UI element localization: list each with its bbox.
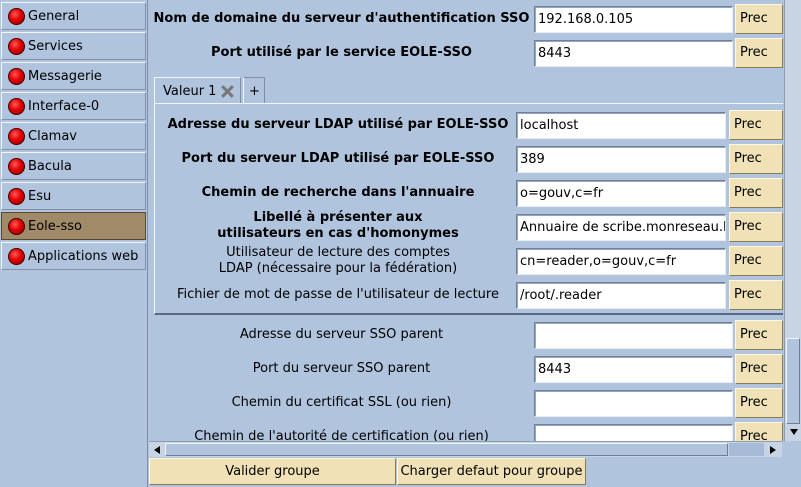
- red-circle-icon: [8, 67, 25, 85]
- red-circle-icon: [8, 127, 25, 145]
- validate-group-button[interactable]: Valider groupe: [149, 458, 396, 485]
- field-label-line: LDAP (nécessaire pour la fédération): [218, 261, 458, 276]
- ldap-port-field[interactable]: 389: [516, 146, 726, 173]
- prec-button[interactable]: Prec: [735, 320, 783, 350]
- field-label: Fichier de mot de passe de l'utilisateur…: [177, 287, 499, 302]
- sidebar-item-interface-0[interactable]: Interface-0: [1, 92, 146, 120]
- field-label-line: utilisateurs en cas d'homonymes: [217, 226, 459, 241]
- sidebar-item-eole-sso[interactable]: Eole-sso: [1, 212, 146, 240]
- field-label: Port utilisé par le service EOLE-SSO: [211, 45, 472, 60]
- field-label: Libellé à présenter aux utilisateurs en …: [159, 209, 517, 243]
- sidebar: General Services Messagerie Interface-0 …: [0, 0, 148, 487]
- field-label-line: Utilisateur de lecture des comptes: [226, 245, 450, 260]
- sidebar-item-label: Applications web: [28, 248, 139, 264]
- load-default-button[interactable]: Charger defaut pour groupe: [397, 458, 586, 485]
- field-label: Chemin de recherche dans l'annuaire: [201, 185, 475, 200]
- prec-button[interactable]: Prec: [735, 388, 783, 418]
- scrollbar-thumb[interactable]: [786, 338, 800, 424]
- add-tab-button[interactable]: +: [243, 77, 265, 104]
- field-label: Adresse du serveur SSO parent: [239, 327, 444, 342]
- field-label: Chemin de l'autorité de certification (o…: [194, 429, 489, 441]
- prec-button[interactable]: Prec: [729, 280, 783, 310]
- prec-button[interactable]: Prec: [729, 110, 783, 140]
- prec-button[interactable]: Prec: [729, 246, 783, 276]
- field-label-line: Libellé à présenter aux: [253, 210, 423, 225]
- scroll-right-button[interactable]: [765, 442, 780, 457]
- red-circle-icon: [8, 37, 25, 55]
- config-panel: Nom de domaine du serveur d'authentifica…: [149, 0, 783, 441]
- red-circle-icon: [8, 187, 25, 205]
- prec-button[interactable]: Prec: [729, 212, 783, 242]
- prec-button[interactable]: Prec: [735, 422, 783, 441]
- arrow-left-icon: [153, 445, 160, 454]
- homonym-label-field[interactable]: Annuaire de scribe.monreseau.la: [516, 214, 726, 241]
- sidebar-item-label: Interface-0: [28, 98, 100, 114]
- sidebar-item-applications-web[interactable]: Applications web: [1, 242, 146, 270]
- ca-path-field[interactable]: [534, 424, 733, 441]
- sidebar-item-label: Bacula: [28, 158, 72, 174]
- prec-button[interactable]: Prec: [735, 354, 783, 384]
- prec-button[interactable]: Prec: [729, 144, 783, 174]
- arrow-right-icon: [769, 445, 776, 454]
- red-circle-icon: [8, 217, 25, 235]
- close-x-icon[interactable]: [220, 84, 235, 99]
- ldap-address-field[interactable]: localhost: [516, 112, 726, 139]
- sso-port-field[interactable]: 8443: [534, 40, 733, 67]
- parent-sso-port-field[interactable]: 8443: [534, 356, 733, 383]
- prec-button[interactable]: Prec: [735, 4, 783, 34]
- action-bar: Valider groupe Charger defaut pour group…: [149, 457, 801, 487]
- sidebar-item-clamav[interactable]: Clamav: [1, 122, 146, 150]
- red-circle-icon: [8, 7, 25, 25]
- prec-button[interactable]: Prec: [735, 38, 783, 68]
- sidebar-item-bacula[interactable]: Bacula: [1, 152, 146, 180]
- sidebar-item-label: Eole-sso: [28, 218, 82, 234]
- reader-password-file-field[interactable]: /root/.reader: [516, 282, 726, 309]
- tab-valeur-1[interactable]: Valeur 1: [154, 77, 241, 104]
- field-label: Port du serveur SSO parent: [252, 361, 431, 376]
- plus-icon: +: [249, 83, 260, 99]
- sso-domain-field[interactable]: 192.168.0.105: [534, 6, 733, 33]
- parent-sso-address-field[interactable]: [534, 322, 733, 349]
- scrollbar-thumb[interactable]: [165, 443, 728, 456]
- sidebar-item-label: General: [28, 8, 80, 24]
- red-circle-icon: [8, 97, 25, 115]
- reader-user-field[interactable]: cn=reader,o=gouv,c=fr: [516, 248, 726, 275]
- scroll-left-button[interactable]: [149, 442, 164, 457]
- field-label: Nom de domaine du serveur d'authentifica…: [153, 11, 530, 26]
- arrow-down-icon: [789, 428, 798, 435]
- sidebar-item-services[interactable]: Services: [1, 32, 146, 60]
- scrollbar-trough: [729, 443, 764, 456]
- sidebar-item-label: Esu: [28, 188, 52, 204]
- tab-label: Valeur 1: [163, 83, 217, 99]
- sidebar-item-label: Services: [28, 38, 83, 54]
- sidebar-item-label: Clamav: [28, 128, 77, 144]
- field-label: Port du serveur LDAP utilisé par EOLE-SS…: [181, 151, 495, 166]
- sidebar-item-general[interactable]: General: [1, 2, 146, 30]
- ssl-cert-path-field[interactable]: [534, 390, 733, 417]
- red-circle-icon: [8, 157, 25, 175]
- sidebar-item-label: Messagerie: [28, 68, 102, 84]
- horizontal-scrollbar[interactable]: [149, 441, 782, 457]
- field-label: Utilisateur de lecture des comptes LDAP …: [159, 244, 517, 278]
- scroll-down-button[interactable]: [786, 424, 801, 439]
- sidebar-item-esu[interactable]: Esu: [1, 182, 146, 210]
- ldap-search-path-field[interactable]: o=gouv,c=fr: [516, 180, 726, 207]
- red-circle-icon: [8, 247, 25, 265]
- sidebar-item-messagerie[interactable]: Messagerie: [1, 62, 146, 90]
- prec-button[interactable]: Prec: [729, 178, 783, 208]
- field-label: Adresse du serveur LDAP utilisé par EOLE…: [167, 117, 509, 132]
- vertical-scrollbar[interactable]: [784, 0, 801, 441]
- field-label: Chemin du certificat SSL (ou rien): [231, 395, 452, 410]
